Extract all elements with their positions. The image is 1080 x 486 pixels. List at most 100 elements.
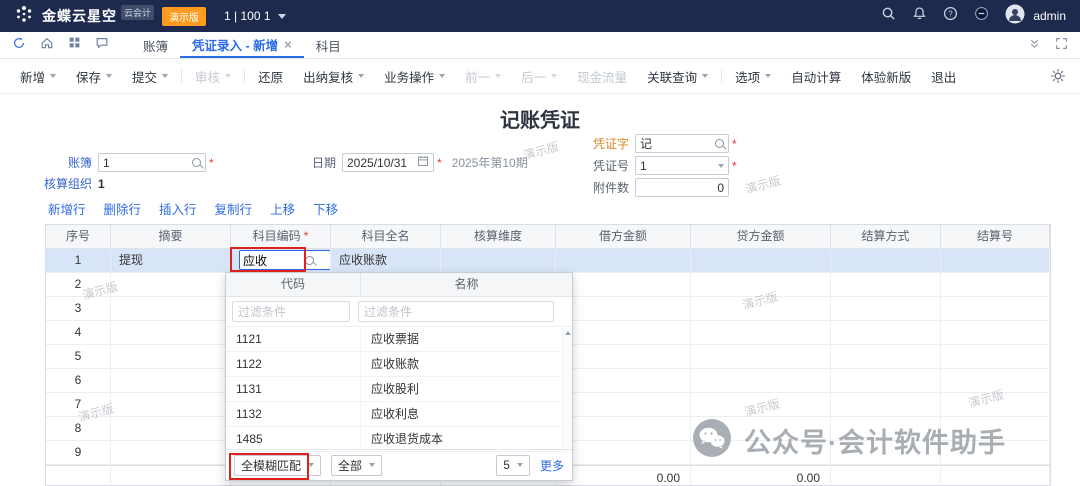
- theme-toggle-icon[interactable]: [974, 6, 989, 26]
- grid-cell[interactable]: [831, 393, 941, 417]
- grid-cell[interactable]: [111, 345, 231, 369]
- page-size-select[interactable]: 5: [496, 455, 530, 476]
- help-icon[interactable]: ?: [943, 6, 958, 26]
- grid-cell[interactable]: [941, 321, 1050, 345]
- grid-cell[interactable]: 1: [46, 249, 111, 273]
- account-option-row[interactable]: 1132应收利息: [226, 402, 572, 427]
- book-input-field[interactable]: [103, 156, 192, 170]
- toolbar-save-button[interactable]: 保存: [66, 67, 122, 86]
- grid-cell[interactable]: [831, 321, 941, 345]
- grid-cell[interactable]: [556, 249, 691, 273]
- match-mode-select[interactable]: 全模糊匹配: [234, 455, 321, 476]
- grid-cell[interactable]: [691, 321, 831, 345]
- grid-cell[interactable]: [691, 297, 831, 321]
- tab-voucher-entry-new[interactable]: 凭证录入 - 新增 ×: [180, 32, 304, 58]
- grid-cell[interactable]: [941, 273, 1050, 297]
- name-filter-input[interactable]: [358, 301, 554, 322]
- grid-cell[interactable]: [111, 273, 231, 297]
- grid-cell[interactable]: 应收账款: [331, 249, 441, 273]
- account-option-row[interactable]: 1122应收账款: [226, 352, 572, 377]
- toolbar-new-button[interactable]: 新增: [10, 67, 66, 86]
- toolbar-related-query-button[interactable]: 关联查询: [637, 67, 718, 86]
- tab-accounts[interactable]: 科目: [304, 32, 353, 58]
- insert-row-button[interactable]: 插入行: [159, 199, 197, 218]
- grid-cell[interactable]: [691, 369, 831, 393]
- toolbar-exit-button[interactable]: 退出: [921, 67, 966, 86]
- account-option-code[interactable]: 1122: [226, 352, 361, 377]
- grid-cell[interactable]: [831, 297, 941, 321]
- grid-cell[interactable]: 8: [46, 417, 111, 441]
- grid-cell[interactable]: [556, 417, 691, 441]
- grid-cell[interactable]: [691, 273, 831, 297]
- toolbar-business-ops-button[interactable]: 业务操作: [374, 67, 455, 86]
- grid-cell[interactable]: 4: [46, 321, 111, 345]
- account-code-editor[interactable]: [239, 250, 331, 270]
- toolbar-cashier-review-button[interactable]: 出纳复核: [293, 67, 374, 86]
- grid-cell[interactable]: 6: [46, 369, 111, 393]
- account-option-name[interactable]: 应收利息: [361, 402, 572, 427]
- code-filter-input[interactable]: [232, 301, 350, 322]
- tab-account-book[interactable]: 账簿: [131, 32, 180, 58]
- grid-cell[interactable]: [831, 273, 941, 297]
- grid-cell[interactable]: [691, 393, 831, 417]
- user-avatar[interactable]: [1005, 4, 1025, 29]
- grid-cell[interactable]: [941, 249, 1050, 273]
- grid-cell[interactable]: [831, 249, 941, 273]
- date-input[interactable]: [342, 153, 434, 172]
- search-icon[interactable]: [881, 6, 896, 26]
- grid-cell[interactable]: [556, 321, 691, 345]
- collapse-tabs-icon[interactable]: [1028, 37, 1041, 55]
- grid-cell[interactable]: [231, 249, 331, 273]
- gear-icon[interactable]: [1050, 68, 1066, 89]
- account-option-code[interactable]: 1121: [226, 327, 361, 352]
- move-down-button[interactable]: 下移: [313, 199, 338, 218]
- grid-cell[interactable]: [691, 249, 831, 273]
- grid-cell[interactable]: [111, 393, 231, 417]
- grid-cell[interactable]: [556, 273, 691, 297]
- add-row-button[interactable]: 新增行: [48, 199, 86, 218]
- username-label[interactable]: admin: [1033, 9, 1066, 23]
- date-input-field[interactable]: [347, 156, 417, 170]
- toolbar-submit-button[interactable]: 提交: [122, 67, 178, 86]
- grid-cell[interactable]: [691, 345, 831, 369]
- grid-cell[interactable]: [556, 297, 691, 321]
- search-icon[interactable]: [305, 256, 314, 265]
- voucher-word-input[interactable]: [635, 134, 729, 153]
- grid-cell[interactable]: [556, 441, 691, 465]
- grid-cell[interactable]: 7: [46, 393, 111, 417]
- grid-cell[interactable]: 9: [46, 441, 111, 465]
- message-icon[interactable]: [95, 36, 109, 55]
- toolbar-restore-button[interactable]: 还原: [248, 67, 293, 86]
- fullscreen-icon[interactable]: [1055, 37, 1068, 55]
- toolbar-auto-calc-button[interactable]: 自动计算: [781, 67, 851, 86]
- refresh-icon[interactable]: [12, 36, 26, 55]
- scroll-up-icon[interactable]: [565, 331, 571, 335]
- account-option-name[interactable]: 应收账款: [361, 352, 572, 377]
- org-selector[interactable]: 1 | 100 1: [224, 9, 286, 23]
- apps-grid-icon[interactable]: [68, 36, 81, 54]
- grid-cell[interactable]: [111, 441, 231, 465]
- grid-cell[interactable]: [941, 345, 1050, 369]
- account-option-row[interactable]: 1121应收票据: [226, 327, 572, 352]
- grid-cell[interactable]: 3: [46, 297, 111, 321]
- attachments-input[interactable]: [635, 178, 729, 197]
- grid-cell[interactable]: [556, 393, 691, 417]
- account-option-code[interactable]: 1132: [226, 402, 361, 427]
- book-input[interactable]: [98, 153, 206, 172]
- account-option-name[interactable]: 应收股利: [361, 377, 572, 402]
- search-icon[interactable]: [192, 158, 201, 167]
- voucher-word-input-field[interactable]: [640, 137, 715, 151]
- move-up-button[interactable]: 上移: [270, 199, 295, 218]
- more-link[interactable]: 更多: [540, 457, 564, 474]
- tab-close-icon[interactable]: ×: [284, 38, 292, 51]
- voucher-row[interactable]: 1提现 应收账款: [46, 249, 1050, 273]
- copy-row-button[interactable]: 复制行: [215, 199, 253, 218]
- search-icon[interactable]: [715, 139, 724, 148]
- grid-cell[interactable]: [556, 345, 691, 369]
- grid-cell[interactable]: [941, 297, 1050, 321]
- grid-cell[interactable]: 提现: [111, 249, 231, 273]
- scope-select[interactable]: 全部: [331, 455, 382, 476]
- grid-cell[interactable]: [441, 249, 556, 273]
- notification-bell-icon[interactable]: [912, 6, 927, 26]
- voucher-number-input-field[interactable]: [640, 159, 718, 173]
